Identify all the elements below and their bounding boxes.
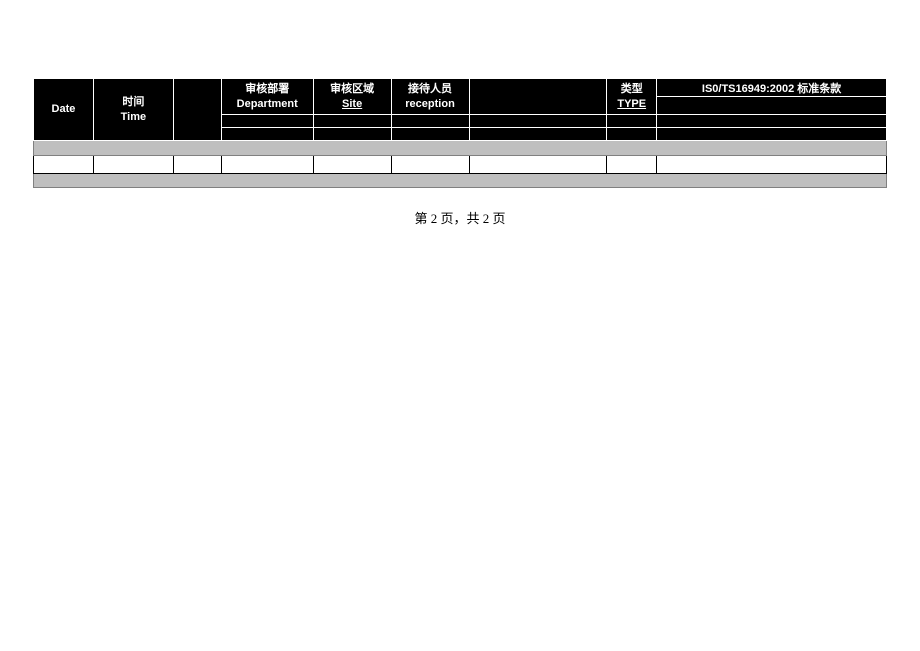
subrow2-c2 [313,128,391,141]
header-date-en: Date [36,102,91,116]
header-time: 时间 Time [93,79,173,141]
header-reception: 接待人员 reception [391,79,469,115]
header-site-cn: 审核区域 [316,82,389,96]
subrow2-c3 [391,128,469,141]
header-date: Date [34,79,94,141]
data-row-c3 [173,156,221,174]
separator-row-1 [34,141,887,156]
subrow1-c5 [607,115,657,128]
header-gap [173,79,221,141]
header-time-cn: 时间 [96,95,171,109]
header-type: 类型 TYPE [607,79,657,115]
subrow2-c4 [469,128,607,141]
data-row-c4 [221,156,313,174]
header-site: 审核区域 Site [313,79,391,115]
header-iso-sub1 [657,97,887,115]
subrow2-c5 [607,128,657,141]
header-department: 审核部署 Department [221,79,313,115]
header-site-en: Site [316,97,389,111]
subrow2-c6 [657,128,887,141]
data-row-c6 [391,156,469,174]
data-row-c9 [657,156,887,174]
page-number: 第 2 页，共 2 页 [414,211,505,226]
subrow2-c1 [221,128,313,141]
header-time-en: Time [96,110,171,124]
audit-table: Date 时间 Time 审核部署 Department 审核区域 Sit [33,78,887,188]
subrow1-c3 [391,115,469,128]
separator-row-2 [34,174,887,188]
data-row-c5 [313,156,391,174]
data-row-c2 [93,156,173,174]
header-type-cn: 类型 [609,82,654,96]
header-reception-en: reception [394,97,467,111]
subrow1-c1 [221,115,313,128]
data-row-c7 [469,156,607,174]
header-type-en: TYPE [609,97,654,111]
header-iso: IS0/TS16949:2002 标准条款 [657,79,887,97]
subrow1-c2 [313,115,391,128]
page-footer: 第 2 页，共 2 页 [0,208,920,227]
header-department-en: Department [224,97,311,111]
subrow1-c6 [657,115,887,128]
header-middle [469,79,607,115]
header-iso-label: IS0/TS16949:2002 标准条款 [702,83,841,95]
subrow1-c4 [469,115,607,128]
data-row-c8 [607,156,657,174]
header-reception-cn: 接待人员 [394,82,467,96]
header-department-cn: 审核部署 [224,82,311,96]
data-row-c1 [34,156,94,174]
